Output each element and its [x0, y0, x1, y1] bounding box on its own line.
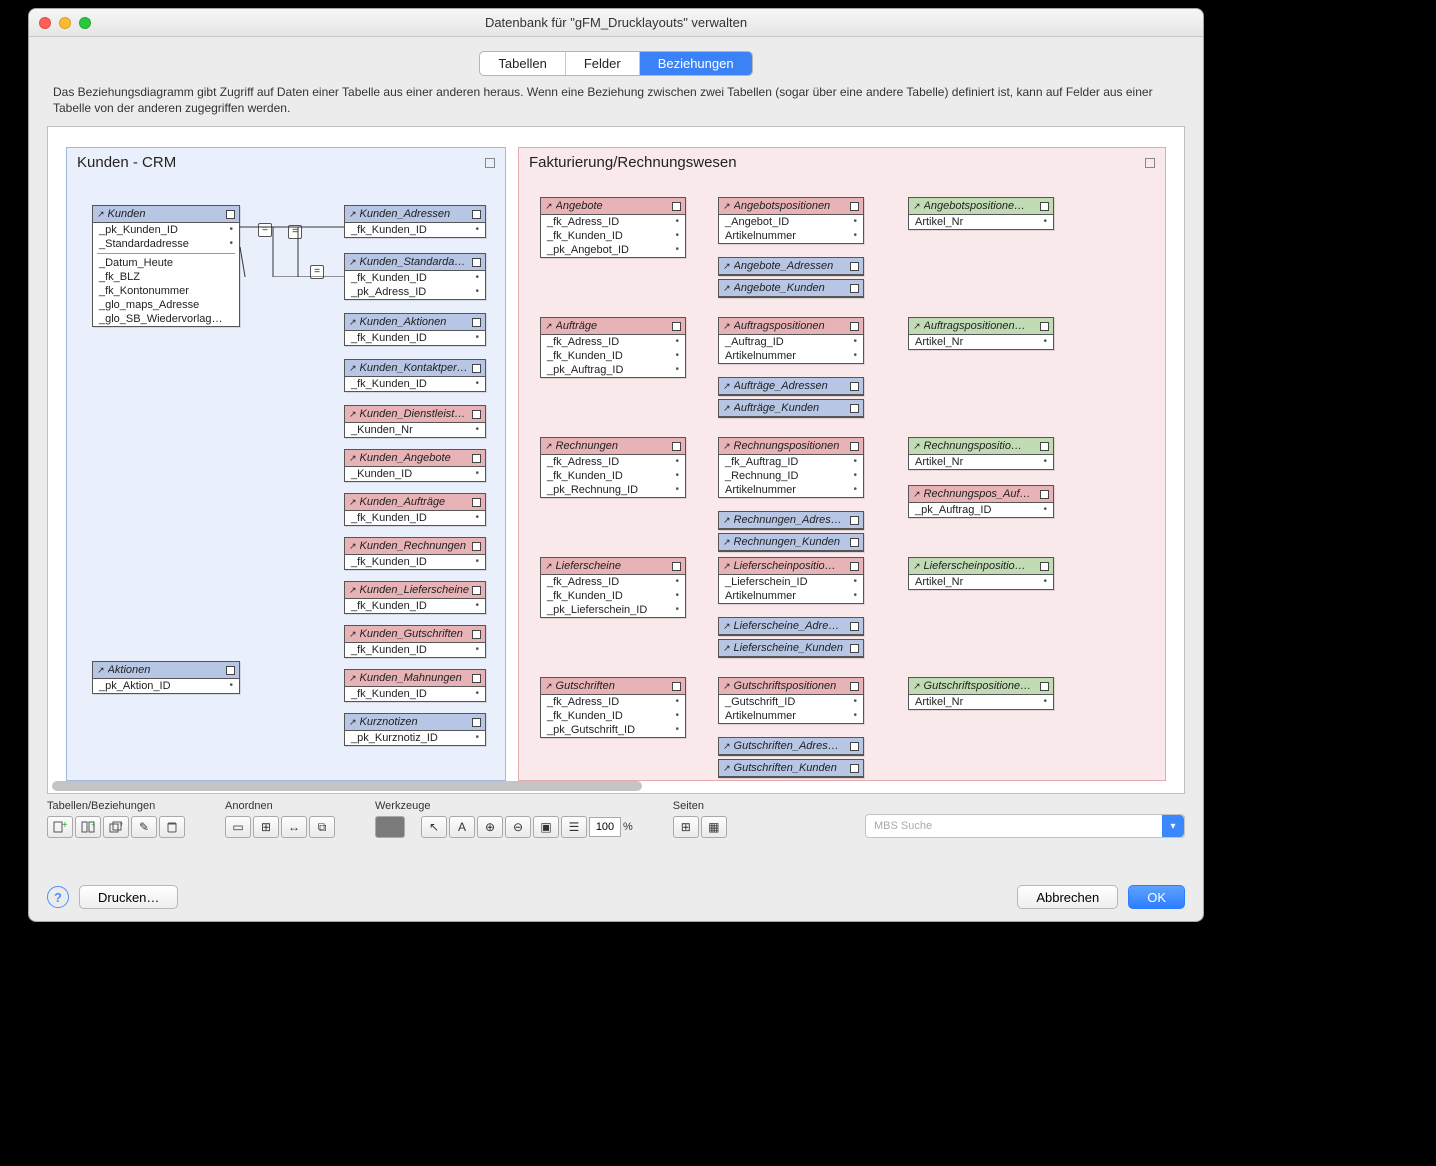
- table-gutschriftspositionen-artikel[interactable]: ↗Gutschriftspositione…Artikel_Nr•: [908, 677, 1054, 710]
- window-controls: [39, 17, 91, 29]
- table-kunden-lieferscheine[interactable]: ↗Kunden_Lieferscheine_fk_Kunden_ID•: [344, 581, 486, 614]
- cancel-button[interactable]: Abbrechen: [1017, 885, 1118, 909]
- toolbar-group-tools-label: Werkzeuge: [375, 800, 633, 812]
- add-table-button[interactable]: +: [47, 816, 73, 838]
- table-kunden-angebote[interactable]: ↗Kunden_Angebote_Kunden_ID•: [344, 449, 486, 482]
- table-angebote[interactable]: ↗Angebote_fk_Adress_ID•_fk_Kunden_ID•_pk…: [540, 197, 686, 258]
- table-rechnungen-adressen[interactable]: ↗Rechnungen_Adres…: [718, 511, 864, 530]
- group-crm-title: Kunden - CRM: [77, 154, 176, 171]
- table-kunden-standardadresse[interactable]: ↗Kunden_Standarda…_fk_Kunden_ID•_pk_Adre…: [344, 253, 486, 300]
- table-lieferscheinpositionen-artikel[interactable]: ↗Lieferscheinpositio…Artikel_Nr•: [908, 557, 1054, 590]
- table-kunden-kontaktpersonen[interactable]: ↗Kunden_Kontaktper…_fk_Kunden_ID•: [344, 359, 486, 392]
- table-lieferscheine-kunden[interactable]: ↗Lieferscheine_Kunden: [718, 639, 864, 658]
- relations-canvas[interactable]: Kunden - CRM Fakturierung/Rechnungswesen…: [47, 126, 1185, 794]
- table-auftragspositionen-artikel[interactable]: ↗Auftragspositionen…Artikel_Nr•: [908, 317, 1054, 350]
- table-kunden-gutschriften[interactable]: ↗Kunden_Gutschriften_fk_Kunden_ID•: [344, 625, 486, 658]
- relation-operator-icon[interactable]: =: [310, 265, 324, 279]
- table-kunden-rechnungen[interactable]: ↗Kunden_Rechnungen_fk_Kunden_ID•: [344, 537, 486, 570]
- table-aktionen[interactable]: ↗Aktionen_pk_Aktion_ID•: [92, 661, 240, 694]
- database-relations-window: Datenbank für "gFM_Drucklayouts" verwalt…: [28, 8, 1204, 922]
- table-rechnungen[interactable]: ↗Rechnungen_fk_Adress_ID•_fk_Kunden_ID•_…: [540, 437, 686, 498]
- table-rechnungspos-auftrag[interactable]: ↗Rechnungspos_Auf…_pk_Auftrag_ID•: [908, 485, 1054, 518]
- resize-button[interactable]: ↔: [281, 816, 307, 838]
- table-auftraege-kunden[interactable]: ↗Aufträge_Kunden: [718, 399, 864, 418]
- help-button[interactable]: ?: [47, 886, 69, 908]
- svg-text:+: +: [62, 821, 67, 831]
- zoom-out-button[interactable]: ⊖: [505, 816, 531, 838]
- group-billing-title: Fakturierung/Rechnungswesen: [529, 154, 737, 171]
- table-kunden[interactable]: ↗Kunden_pk_Kunden_ID•_Standardadresse•_D…: [92, 205, 240, 327]
- description-text: Das Beziehungsdiagramm gibt Zugriff auf …: [29, 84, 1203, 126]
- relation-operator-icon[interactable]: =: [258, 223, 272, 237]
- table-kunden-auftraege[interactable]: ↗Kunden_Aufträge_fk_Kunden_ID•: [344, 493, 486, 526]
- maximize-icon[interactable]: [79, 17, 91, 29]
- search-placeholder: MBS Suche: [866, 820, 1162, 832]
- pointer-tool-button[interactable]: ↖: [421, 816, 447, 838]
- svg-text:+: +: [119, 821, 123, 829]
- duplicate-table-button[interactable]: +: [103, 816, 129, 838]
- tab-tables[interactable]: Tabellen: [480, 52, 565, 75]
- select-related-button[interactable]: ☰: [561, 816, 587, 838]
- collapse-icon[interactable]: [485, 158, 495, 168]
- ok-button[interactable]: OK: [1128, 885, 1185, 909]
- zoom-input[interactable]: [589, 817, 621, 837]
- table-lieferscheine-adressen[interactable]: ↗Lieferscheine_Adre…: [718, 617, 864, 636]
- table-auftraege[interactable]: ↗Aufträge_fk_Adress_ID•_fk_Kunden_ID•_pk…: [540, 317, 686, 378]
- table-rechnungen-kunden[interactable]: ↗Rechnungen_Kunden: [718, 533, 864, 552]
- arrange-button[interactable]: ⧉: [309, 816, 335, 838]
- align-left-button[interactable]: ▭: [225, 816, 251, 838]
- add-relation-button[interactable]: +: [75, 816, 101, 838]
- page-breaks-button[interactable]: ⊞: [673, 816, 699, 838]
- toolbar: Tabellen/Beziehungen + + + ✎ Anordnen ▭ …: [29, 794, 1203, 838]
- table-kunden-aktionen[interactable]: ↗Kunden_Aktionen_fk_Kunden_ID•: [344, 313, 486, 346]
- close-icon[interactable]: [39, 17, 51, 29]
- chevron-down-icon[interactable]: ▾: [1162, 815, 1184, 837]
- text-tool-button[interactable]: A: [449, 816, 475, 838]
- view-tabs: Tabellen Felder Beziehungen: [479, 51, 752, 76]
- fit-window-button[interactable]: ▣: [533, 816, 559, 838]
- edit-button[interactable]: ✎: [131, 816, 157, 838]
- table-kunden-adressen[interactable]: ↗Kunden_Adressen_fk_Kunden_ID•: [344, 205, 486, 238]
- distribute-horizontal-button[interactable]: ⊞: [253, 816, 279, 838]
- table-kunden-mahnungen[interactable]: ↗Kunden_Mahnungen_fk_Kunden_ID•: [344, 669, 486, 702]
- print-button[interactable]: Drucken…: [79, 885, 178, 909]
- color-swatch-button[interactable]: [375, 816, 405, 838]
- table-auftragspositionen[interactable]: ↗Auftragspositionen_Auftrag_ID•Artikelnu…: [718, 317, 864, 364]
- tab-relations[interactable]: Beziehungen: [640, 52, 752, 75]
- table-gutschriften-kunden[interactable]: ↗Gutschriften_Kunden: [718, 759, 864, 778]
- search-combobox[interactable]: MBS Suche ▾: [865, 814, 1185, 838]
- table-lieferscheinpositionen[interactable]: ↗Lieferscheinpositio…_Lieferschein_ID•Ar…: [718, 557, 864, 604]
- toolbar-group-pages-label: Seiten: [673, 800, 727, 812]
- table-gutschriften-adressen[interactable]: ↗Gutschriften_Adres…: [718, 737, 864, 756]
- relation-operator-icon[interactable]: =: [288, 225, 302, 239]
- table-angebote-adressen[interactable]: ↗Angebote_Adressen: [718, 257, 864, 276]
- delete-button[interactable]: [159, 816, 185, 838]
- horizontal-scrollbar[interactable]: [48, 779, 1184, 793]
- table-gutschriften[interactable]: ↗Gutschriften_fk_Adress_ID•_fk_Kunden_ID…: [540, 677, 686, 738]
- table-lieferscheine[interactable]: ↗Lieferscheine_fk_Adress_ID•_fk_Kunden_I…: [540, 557, 686, 618]
- tab-fields[interactable]: Felder: [566, 52, 640, 75]
- collapse-icon[interactable]: [1145, 158, 1155, 168]
- svg-text:+: +: [91, 821, 95, 830]
- table-angebote-kunden[interactable]: ↗Angebote_Kunden: [718, 279, 864, 298]
- toolbar-group-tables-label: Tabellen/Beziehungen: [47, 800, 185, 812]
- window-title: Datenbank für "gFM_Drucklayouts" verwalt…: [29, 15, 1203, 30]
- minimize-icon[interactable]: [59, 17, 71, 29]
- table-kunden-dienstleistungen[interactable]: ↗Kunden_Dienstleist…_Kunden_Nr•: [344, 405, 486, 438]
- table-rechnungspositionen-artikel[interactable]: ↗Rechnungspositio…Artikel_Nr•: [908, 437, 1054, 470]
- table-angebotspositionen-artikel[interactable]: ↗Angebotspositione…Artikel_Nr•: [908, 197, 1054, 230]
- table-angebotspositionen[interactable]: ↗Angebotspositionen_Angebot_ID•Artikelnu…: [718, 197, 864, 244]
- table-kurznotizen[interactable]: ↗Kurznotizen_pk_Kurznotiz_ID•: [344, 713, 486, 746]
- zoom-in-button[interactable]: ⊕: [477, 816, 503, 838]
- zoom-unit: %: [623, 821, 633, 833]
- table-auftraege-adressen[interactable]: ↗Aufträge_Adressen: [718, 377, 864, 396]
- dialog-footer: ? Drucken… Abbrechen OK: [29, 873, 1203, 921]
- table-gutschriftspositionen[interactable]: ↗Gutschriftspositionen_Gutschrift_ID•Art…: [718, 677, 864, 724]
- toolbar-group-arrange-label: Anordnen: [225, 800, 335, 812]
- table-rechnungspositionen[interactable]: ↗Rechnungspositionen_fk_Auftrag_ID•_Rech…: [718, 437, 864, 498]
- page-setup-button[interactable]: ▦: [701, 816, 727, 838]
- titlebar[interactable]: Datenbank für "gFM_Drucklayouts" verwalt…: [29, 9, 1203, 37]
